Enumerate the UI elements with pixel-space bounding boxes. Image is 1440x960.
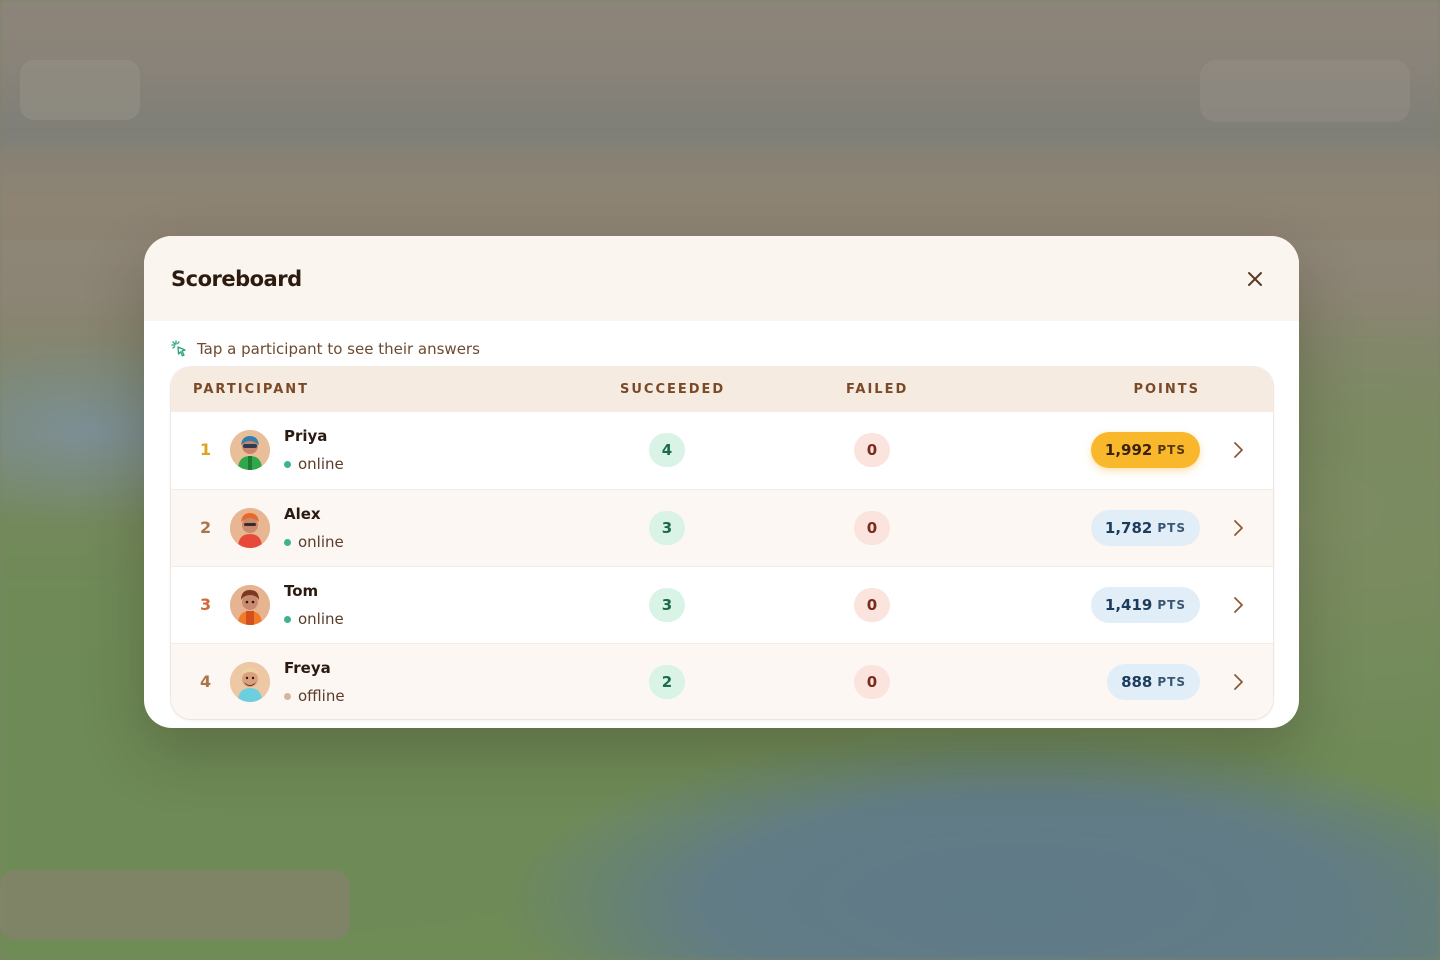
online-dot xyxy=(284,460,291,468)
succeeded-count: 3 xyxy=(649,511,685,545)
points-value: 1,782 xyxy=(1104,519,1153,537)
modal-header: Scoreboard xyxy=(144,236,1299,321)
avatar xyxy=(230,662,270,702)
status-label: online xyxy=(298,455,344,473)
table-row[interactable]: 3 Tom online 3 0 1,419 PTS xyxy=(171,566,1273,643)
rank-number: 2 xyxy=(200,518,212,537)
table-row[interactable]: 2 Alex online 3 0 1,782 PTS xyxy=(171,489,1273,566)
modal-title: Scoreboard xyxy=(171,266,302,291)
table-header: PARTICIPANT SUCCEEDED FAILED POINTS xyxy=(171,367,1273,412)
status-label: online xyxy=(298,610,344,628)
points-unit: PTS xyxy=(1157,675,1186,689)
hint-row: Tap a participant to see their answers xyxy=(144,321,1299,365)
background-top-right-pill xyxy=(1200,60,1410,122)
avatar xyxy=(230,508,270,548)
chevron-right-icon[interactable] xyxy=(1231,440,1245,460)
points-value: 1,419 xyxy=(1104,596,1153,614)
scoreboard-table: PARTICIPANT SUCCEEDED FAILED POINTS 1 Pr… xyxy=(171,367,1273,719)
offline-dot xyxy=(284,692,291,700)
chevron-right-icon[interactable] xyxy=(1231,518,1245,538)
status-label: offline xyxy=(298,687,345,705)
succeeded-count: 2 xyxy=(649,665,685,699)
background-bottom-bar xyxy=(0,870,350,940)
participant-name: Priya xyxy=(284,427,328,445)
failed-count: 0 xyxy=(854,433,890,467)
status: online xyxy=(284,533,344,551)
background-band xyxy=(0,150,1440,240)
status: online xyxy=(284,455,344,473)
tap-sparkle-icon xyxy=(171,340,186,357)
status: offline xyxy=(284,687,345,705)
failed-count: 0 xyxy=(854,511,890,545)
background-top-left-button xyxy=(20,60,140,120)
points-badge: 888 PTS xyxy=(1107,664,1200,700)
close-icon xyxy=(1248,271,1262,286)
hint-text: Tap a participant to see their answers xyxy=(197,340,480,358)
header-participant: PARTICIPANT xyxy=(193,382,310,397)
table-row[interactable]: 1 Priya online 4 0 1,992 PTS xyxy=(171,412,1273,489)
succeeded-count: 3 xyxy=(649,588,685,622)
avatar xyxy=(230,585,270,625)
table-row[interactable]: 4 Freya offline 2 0 888 PTS xyxy=(171,643,1273,719)
rank-number: 3 xyxy=(200,595,212,614)
failed-count: 0 xyxy=(854,588,890,622)
points-unit: PTS xyxy=(1157,443,1186,457)
online-dot xyxy=(284,538,291,546)
online-dot xyxy=(284,615,291,623)
points-value: 1,992 xyxy=(1104,441,1153,459)
participant-name: Tom xyxy=(284,582,319,600)
points-badge: 1,782 PTS xyxy=(1090,510,1200,546)
chevron-right-icon[interactable] xyxy=(1231,595,1245,615)
participant-name: Freya xyxy=(284,659,331,677)
points-value: 888 xyxy=(1121,673,1153,691)
header-succeeded: SUCCEEDED xyxy=(620,382,726,397)
scoreboard-modal: Scoreboard Tap a participant to see thei… xyxy=(144,236,1299,728)
header-points: POINTS xyxy=(1133,382,1200,397)
succeeded-count: 4 xyxy=(649,433,685,467)
status-label: online xyxy=(298,533,344,551)
participant-name: Alex xyxy=(284,505,321,523)
rank-number: 4 xyxy=(200,672,212,691)
close-button[interactable] xyxy=(1239,263,1271,295)
avatar xyxy=(230,430,270,470)
failed-count: 0 xyxy=(854,665,890,699)
points-unit: PTS xyxy=(1157,521,1186,535)
chevron-right-icon[interactable] xyxy=(1231,672,1245,692)
points-badge: 1,419 PTS xyxy=(1090,587,1200,623)
status: online xyxy=(284,610,344,628)
header-failed: FAILED xyxy=(846,382,909,397)
points-badge: 1,992 PTS xyxy=(1090,432,1200,468)
rank-number: 1 xyxy=(200,440,212,459)
points-unit: PTS xyxy=(1157,598,1186,612)
